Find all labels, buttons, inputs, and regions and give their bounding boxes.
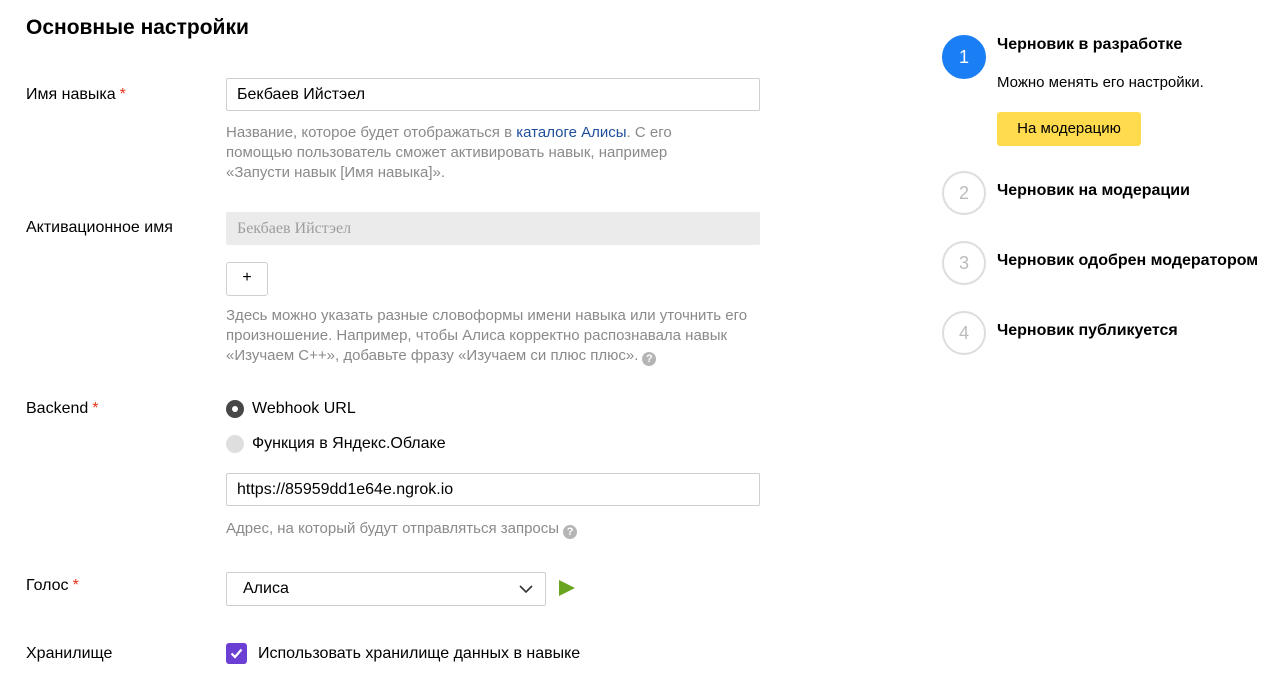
- play-voice-icon[interactable]: [558, 579, 576, 597]
- radio-webhook-url-label: Webhook URL: [252, 400, 356, 417]
- voice-select[interactable]: Алиса: [226, 572, 546, 606]
- webhook-url-hint: Адрес, на который будут отправляться зап…: [226, 519, 786, 539]
- activation-name-hint-text: Здесь можно указать разные словоформы им…: [226, 307, 748, 364]
- step-4-circle: 4: [942, 311, 986, 355]
- send-to-moderation-button[interactable]: На модерацию: [997, 112, 1141, 146]
- use-storage-checkbox-label: Использовать хранилище данных в навыке: [258, 644, 581, 662]
- skill-name-hint-before: Название, которое будет отображаться в: [226, 124, 517, 141]
- help-icon[interactable]: ?: [642, 352, 657, 366]
- step-2-circle: 2: [942, 171, 986, 215]
- radio-webhook-url[interactable]: Webhook URL: [226, 399, 356, 419]
- skill-name-input[interactable]: Бекбаев Ийстэел: [226, 78, 760, 111]
- skill-name-label-text: Имя навыка: [26, 86, 116, 103]
- add-activation-name-button[interactable]: +: [226, 262, 268, 296]
- page-title: Основные настройки: [26, 16, 249, 39]
- step-2-title: Черновик на модерации: [997, 182, 1190, 199]
- step-3-title: Черновик одобрен модератором: [997, 252, 1259, 269]
- radio-yandex-cloud-function-label: Функция в Яндекс.Облаке: [252, 435, 446, 452]
- radio-selected-icon[interactable]: [226, 400, 244, 418]
- chevron-down-icon: [519, 585, 533, 594]
- step-1-title: Черновик в разработке: [997, 36, 1183, 53]
- help-icon[interactable]: ?: [563, 525, 578, 539]
- required-mark: *: [119, 86, 126, 103]
- skill-settings-page: Основные настройки Имя навыка * Бекбаев И…: [0, 0, 1278, 679]
- required-mark: *: [92, 400, 99, 417]
- step-3-circle: 3: [942, 241, 986, 285]
- step-1-circle: 1: [942, 35, 986, 79]
- checkmark-icon: [230, 648, 243, 659]
- voice-label: Голос *: [26, 577, 79, 595]
- activation-name-hint: Здесь можно указать разные словоформы им…: [226, 306, 766, 366]
- storage-label: Хранилище: [26, 645, 113, 662]
- alice-catalog-link[interactable]: каталоге Алисы: [516, 124, 626, 141]
- required-mark: *: [72, 577, 79, 594]
- webhook-url-input[interactable]: https://85959dd1e64e.ngrok.io: [226, 473, 760, 506]
- step-4-title: Черновик публикуется: [997, 322, 1178, 339]
- step-1-description: Можно менять его настройки.: [997, 74, 1204, 91]
- activation-name-input: Бекбаев Ийстэел: [226, 212, 760, 245]
- activation-name-label: Активационное имя: [26, 219, 173, 236]
- skill-name-hint: Название, которое будет отображаться в к…: [226, 123, 726, 183]
- backend-label: Backend *: [26, 400, 99, 418]
- backend-label-text: Backend: [26, 400, 89, 417]
- voice-select-value: Алиса: [243, 580, 289, 597]
- radio-unselected-icon[interactable]: [226, 435, 244, 453]
- voice-label-text: Голос: [26, 577, 69, 594]
- skill-name-label: Имя навыка *: [26, 86, 126, 104]
- webhook-url-hint-text: Адрес, на который будут отправляться зап…: [226, 520, 560, 537]
- use-storage-checkbox-row[interactable]: Использовать хранилище данных в навыке: [226, 643, 580, 664]
- radio-yandex-cloud-function[interactable]: Функция в Яндекс.Облаке: [226, 434, 446, 454]
- use-storage-checkbox[interactable]: [226, 643, 247, 664]
